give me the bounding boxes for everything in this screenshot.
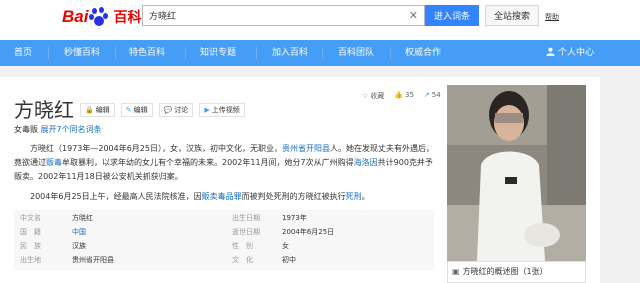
edit-button[interactable]: ✎ 编辑 (120, 103, 153, 117)
image-icon: ▣ (452, 267, 460, 276)
polysemy-expand-link[interactable]: 展开7个同名词条 (41, 125, 102, 134)
polysemy-label: 女毒贩 (14, 125, 38, 134)
enter-entry-button[interactable]: 进入词条 (425, 5, 479, 26)
search-box: ✕ (142, 5, 425, 26)
photo-caption[interactable]: ▣ 方晓红的概述图（1张） (447, 261, 586, 283)
info-value: 2004年6月25日 (282, 228, 335, 236)
info-value: 贵州省开阳县 (72, 256, 114, 264)
polysemy-line: 女毒贩 展开7个同名词条 (14, 124, 102, 135)
edit-label: 编辑 (133, 106, 148, 114)
basic-info-row: 出生地 贵州省开阳县 文 化 初中 (14, 255, 434, 267)
thumb-up-icon: 👍 (394, 91, 403, 99)
death-penalty-link[interactable]: 死刑 (346, 192, 362, 201)
entry-stats: ☆ 收藏 👍 35 ↗ 54 (362, 91, 441, 101)
info-value: 女 (282, 242, 289, 250)
like-button[interactable]: 👍 35 (394, 91, 414, 101)
summary-photo[interactable] (447, 85, 586, 261)
nav-item-team[interactable]: 百科团队 (338, 40, 374, 66)
nav-item-featured[interactable]: 特色百科 (129, 40, 165, 66)
search-input[interactable] (143, 6, 393, 25)
upload-video-label: 上传视频 (211, 106, 240, 114)
logo-bai-text: Bai (62, 7, 89, 26)
info-name: 出生日期 (232, 214, 260, 222)
paw-icon (89, 7, 111, 27)
info-value: 初中 (282, 256, 296, 264)
basic-info-row: 国 籍 中国 逝世日期 2004年6月25日 (14, 227, 434, 239)
nav-divider (185, 47, 186, 59)
para1-text-c: 牟取暴利，以求年幼的女儿有个幸福的未来。2002年11月间，她分7次从广州购得 (62, 158, 354, 167)
help-link[interactable]: 帮助 (545, 12, 559, 22)
collect-button[interactable]: ☆ 收藏 (362, 91, 384, 101)
like-count: 35 (405, 91, 414, 99)
summary-paragraph-2: 2004年6月25日上午，经最高人民法院核准，因贩卖毒品罪而被判处死刑的方晓红被… (14, 190, 434, 204)
lock-icon: 🔒 (85, 106, 94, 114)
basic-info-row: 中文名 方晓红 出生日期 1973年 (14, 213, 434, 225)
info-value: 汉族 (72, 242, 86, 250)
photo-image (447, 85, 586, 261)
nav-item-join[interactable]: 加入百科 (272, 40, 308, 66)
nav-user-center[interactable]: 个人中心 (546, 40, 594, 66)
title-tools: 🔒 编辑 ✎ 编辑 💬 讨论 ▶ 上传视频 (80, 103, 245, 117)
basic-info-row: 民 族 汉族 性 别 女 (14, 241, 434, 253)
info-value-link[interactable]: 中国 (72, 227, 86, 237)
summary-paragraph-1: 方晓红（1973年—2004年6月25日），女，汉族，初中文化，无职业，贵州省开… (14, 142, 434, 184)
discuss-icon: 💬 (163, 106, 173, 114)
upload-video-button[interactable]: ▶ 上传视频 (199, 103, 245, 117)
main-nav: 首页 秒懂百科 特色百科 知识专题 加入百科 百科团队 权威合作 个人中心 (0, 40, 640, 66)
site-search-button[interactable]: 全站搜索 (485, 5, 539, 26)
logo-baike-text: 百科 (113, 10, 142, 26)
baidu-baike-logo[interactable]: Bai 百科 (62, 6, 141, 28)
edit-icon: ✎ (125, 106, 132, 114)
info-value: 方晓红 (72, 214, 93, 222)
star-icon: ☆ (362, 92, 369, 100)
nav-divider (115, 47, 116, 59)
info-name: 逝世日期 (232, 228, 260, 236)
discuss-button[interactable]: 💬 讨论 (158, 103, 194, 117)
clear-icon[interactable]: ✕ (409, 9, 418, 22)
nav-item-partners[interactable]: 权威合作 (405, 40, 441, 66)
video-icon: ▶ (204, 106, 210, 114)
collect-label: 收藏 (370, 92, 385, 100)
para2-text-c: 。 (361, 192, 370, 201)
para2-text-b: 而被判处死刑的方晓红被执行 (241, 192, 346, 201)
basic-info-table: 中文名 方晓红 出生日期 1973年 国 籍 中国 逝世日期 2004年6月25… (14, 210, 434, 270)
info-name: 中文名 (20, 214, 41, 222)
info-name: 国 籍 (20, 228, 41, 236)
share-icon: ↗ (423, 91, 430, 99)
drug-crime-link[interactable]: 贩卖毒品罪 (202, 192, 242, 201)
nav-item-home[interactable]: 首页 (14, 40, 32, 66)
para2-text-a: 2004年6月25日上午，经最高人民法院核准，因 (30, 192, 202, 201)
discuss-label: 讨论 (174, 106, 189, 114)
nav-divider (322, 47, 323, 59)
nav-divider (256, 47, 257, 59)
nav-divider (48, 47, 49, 59)
kaiyang-link[interactable]: 贵州省开阳县 (282, 144, 330, 153)
drug-trafficking-link[interactable]: 贩毒 (46, 158, 62, 167)
info-value: 1973年 (282, 214, 307, 222)
header: Bai 百科 ✕ 进入词条 全站搜索 帮助 (0, 0, 640, 40)
report-button[interactable]: 🔒 编辑 (80, 103, 115, 117)
entry-title: 方晓红 (14, 98, 74, 122)
nav-item-topics[interactable]: 知识专题 (200, 40, 236, 66)
share-count: 54 (431, 91, 441, 99)
nav-item-video[interactable]: 秒懂百科 (64, 40, 100, 66)
para1-text-a: 方晓红（1973年—2004年6月25日），女，汉族，初中文化，无职业， (30, 144, 282, 153)
info-name: 民 族 (20, 242, 41, 250)
heroin-link[interactable]: 海洛因 (354, 158, 378, 167)
user-center-label: 个人中心 (558, 48, 595, 58)
share-button[interactable]: ↗ 54 (424, 91, 441, 101)
info-name: 性 别 (232, 242, 253, 250)
info-name: 出生地 (20, 256, 41, 264)
info-name: 文 化 (232, 256, 253, 264)
photo-caption-text: 方晓红的概述图（1张） (462, 267, 548, 276)
nav-divider (390, 47, 391, 59)
user-icon (546, 47, 555, 56)
page-margin (600, 77, 640, 283)
report-label: 编辑 (95, 106, 110, 114)
